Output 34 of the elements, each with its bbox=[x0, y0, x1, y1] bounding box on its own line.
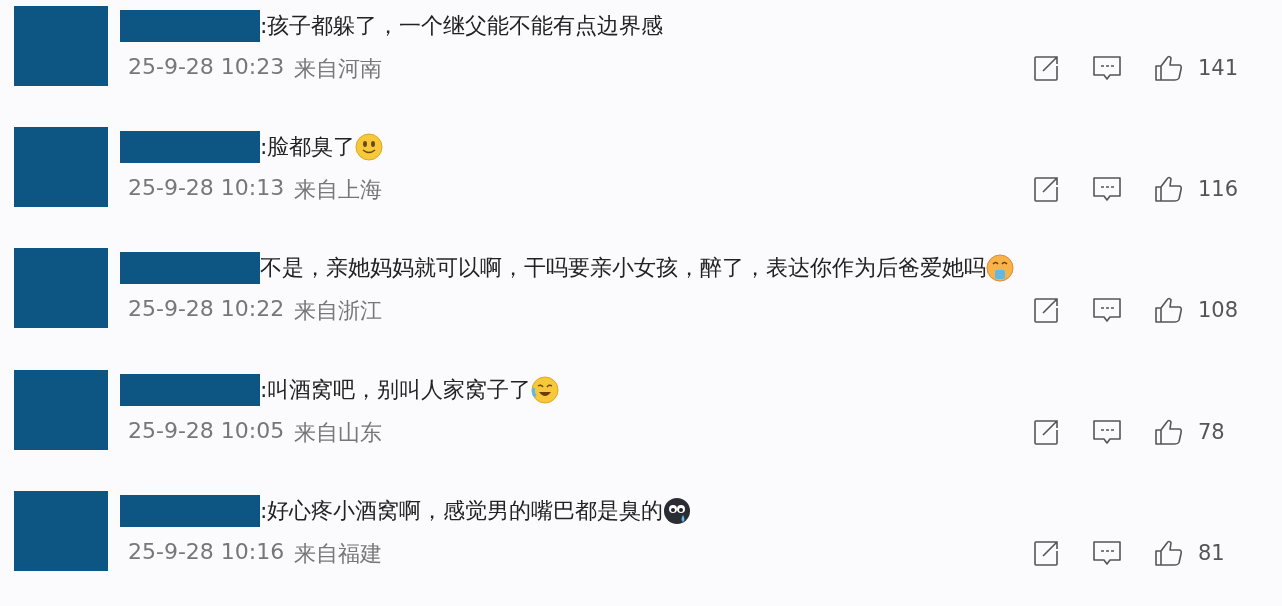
comment-text: :好心疼小酒窝啊，感觉男的嘴巴都是臭的 bbox=[260, 496, 664, 525]
smiley-emoji-icon bbox=[355, 133, 384, 162]
comment-time: 25-9-28 10:16 bbox=[128, 538, 285, 566]
comment-time: 25-9-28 10:23 bbox=[128, 54, 285, 81]
like-count: 78 bbox=[1198, 419, 1226, 444]
thumbs-up-icon[interactable] bbox=[1154, 296, 1184, 325]
sweating-emoji-icon bbox=[663, 496, 692, 525]
thumbs-up-icon[interactable] bbox=[1154, 538, 1184, 567]
comment-text: :叫酒窝吧，别叫人家窝子了 bbox=[260, 375, 532, 404]
comment-time: 25-9-28 10:05 bbox=[128, 417, 285, 445]
like-count: 141 bbox=[1198, 56, 1240, 80]
comment-time: 25-9-28 10:22 bbox=[128, 296, 285, 324]
comment-icon[interactable] bbox=[1092, 54, 1122, 82]
thumbs-up-icon[interactable] bbox=[1154, 54, 1184, 82]
laughing-emoji-icon bbox=[531, 375, 560, 404]
comment-location: 来自上海 bbox=[294, 176, 383, 205]
comment-text: :孩子都躲了，一个继父能不能有点边界感 bbox=[260, 12, 664, 40]
comment-icon[interactable] bbox=[1092, 175, 1122, 204]
comment-icon[interactable] bbox=[1092, 296, 1122, 325]
comment-location: 来自河南 bbox=[294, 55, 383, 83]
comment-location: 来自山东 bbox=[294, 418, 383, 447]
crying-emoji-icon bbox=[986, 254, 1014, 283]
comment-time: 25-9-28 10:13 bbox=[128, 175, 285, 203]
comment-text: 不是，亲她妈妈就可以啊，干吗要亲小女孩，醉了，表达你作为后爸爱她吗 bbox=[260, 254, 986, 283]
comment-location: 来自福建 bbox=[294, 539, 383, 568]
comment-icon[interactable] bbox=[1092, 417, 1122, 446]
comment-icon[interactable] bbox=[1092, 538, 1122, 567]
thumbs-up-icon[interactable] bbox=[1154, 175, 1184, 204]
comment-location: 来自浙江 bbox=[294, 297, 383, 326]
like-count: 108 bbox=[1198, 298, 1240, 323]
like-count: 116 bbox=[1198, 177, 1240, 202]
comment-text: :脸都臭了 bbox=[260, 133, 356, 162]
like-count: 81 bbox=[1198, 540, 1226, 565]
thumbs-up-icon[interactable] bbox=[1154, 417, 1184, 446]
